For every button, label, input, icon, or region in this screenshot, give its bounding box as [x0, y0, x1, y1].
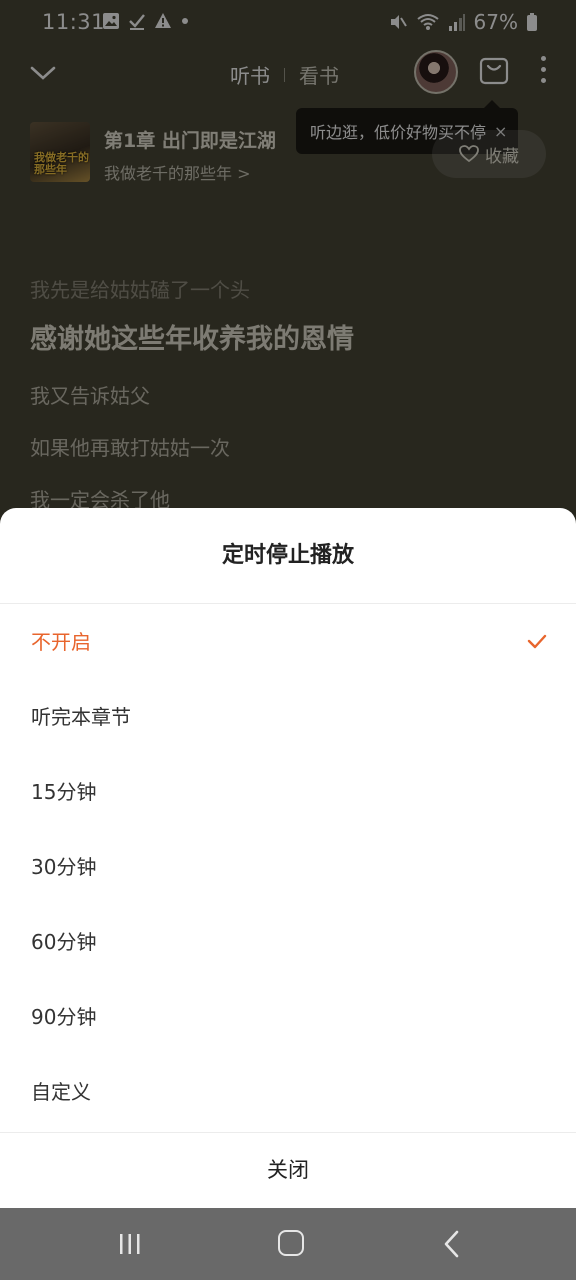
option-label: 90分钟: [31, 1005, 97, 1029]
timer-option-15min[interactable]: 15分钟: [0, 755, 576, 830]
recent-apps-icon[interactable]: [118, 1233, 142, 1255]
close-button[interactable]: 关闭: [0, 1133, 576, 1208]
sleep-timer-sheet: 定时停止播放 不开启 听完本章节 15分钟 30分钟 60分钟 90分钟 自定义…: [0, 508, 576, 1208]
option-label: 60分钟: [31, 930, 97, 954]
option-label: 自定义: [31, 1080, 91, 1104]
timer-option-chapter-end[interactable]: 听完本章节: [0, 680, 576, 755]
timer-option-30min[interactable]: 30分钟: [0, 830, 576, 905]
timer-option-off[interactable]: 不开启: [0, 605, 576, 680]
option-label: 15分钟: [31, 780, 97, 804]
timer-option-90min[interactable]: 90分钟: [0, 980, 576, 1055]
option-label: 30分钟: [31, 855, 97, 879]
home-icon[interactable]: [278, 1230, 304, 1256]
checkmark-icon: [527, 634, 547, 649]
back-icon[interactable]: [442, 1230, 462, 1258]
option-label: 听完本章节: [31, 705, 131, 729]
system-nav-bar: [0, 1208, 576, 1280]
timer-option-custom[interactable]: 自定义: [0, 1055, 576, 1130]
sheet-title: 定时停止播放: [0, 508, 576, 604]
timer-options: 不开启 听完本章节 15分钟 30分钟 60分钟 90分钟 自定义: [0, 605, 576, 1130]
timer-option-60min[interactable]: 60分钟: [0, 905, 576, 980]
option-label: 不开启: [31, 630, 91, 654]
